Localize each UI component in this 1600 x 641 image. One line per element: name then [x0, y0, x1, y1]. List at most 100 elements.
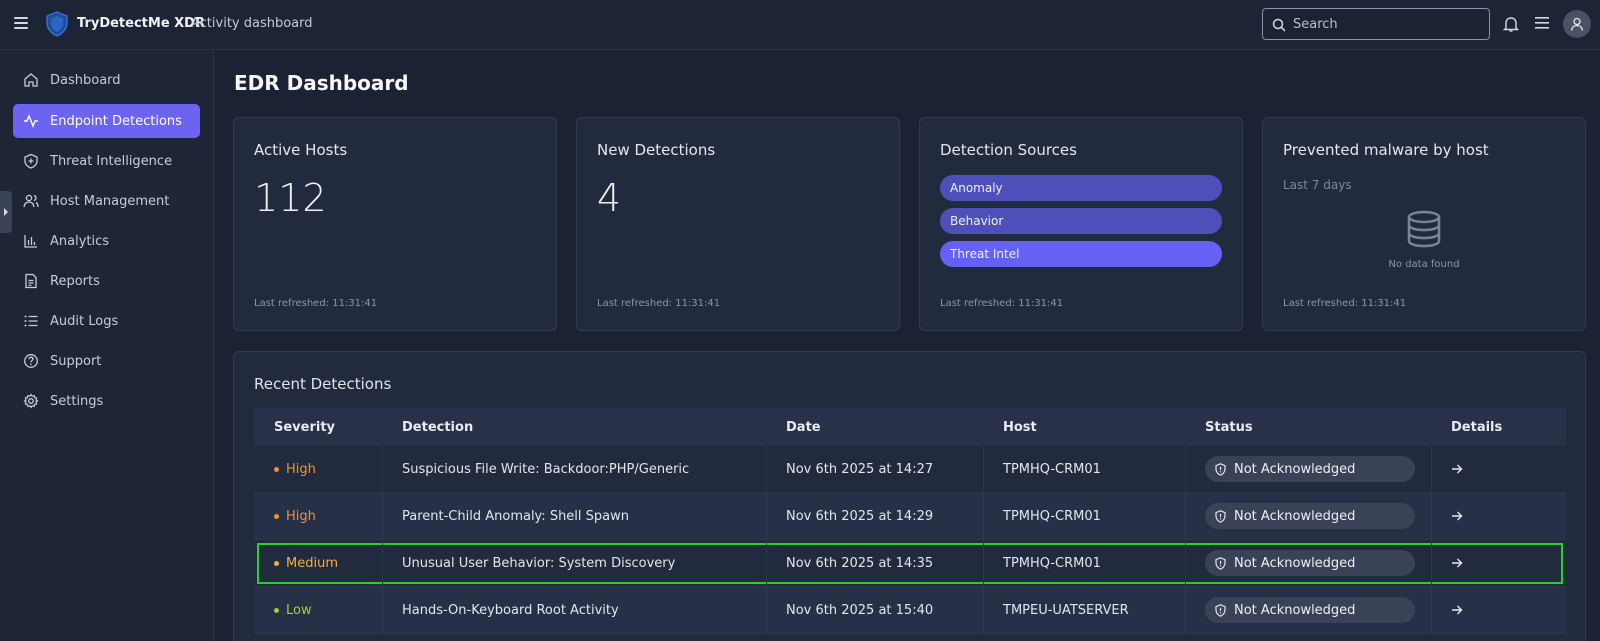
sidebar-item-label: Audit Logs — [50, 313, 119, 329]
active-hosts-value: 112 — [254, 176, 327, 220]
arrow-right-icon[interactable] — [1451, 557, 1463, 569]
date-cell: Nov 6th 2025 at 14:29 — [786, 508, 934, 524]
severity-label: High — [286, 508, 316, 524]
detection-sources-card: Detection Sources Anomaly Behavior Threa… — [919, 117, 1243, 331]
sidebar-item-host-management[interactable]: Host Management — [13, 184, 200, 218]
period-label: Last 7 days — [1283, 178, 1352, 192]
arrow-right-icon[interactable] — [1451, 510, 1463, 522]
user-avatar[interactable] — [1563, 10, 1591, 38]
details-cell — [1451, 587, 1463, 633]
new-detections-card: New Detections 4 Last refreshed: 11:31:4… — [576, 117, 900, 331]
app-subtitle: Activity dashboard — [191, 16, 313, 31]
top-bar: TryDetectMe XDR Activity dashboard Searc… — [0, 0, 1600, 50]
sidebar-item-analytics[interactable]: Analytics — [13, 224, 200, 258]
table-row-highlighted[interactable]: Medium Unusual User Behavior: System Dis… — [254, 540, 1566, 587]
date-cell: Nov 6th 2025 at 15:40 — [786, 602, 934, 618]
sidebar: Dashboard Endpoint Detections Threat Int… — [0, 51, 214, 641]
status-badge[interactable]: Not Acknowledged — [1205, 597, 1415, 623]
sidebar-item-reports[interactable]: Reports — [13, 264, 200, 298]
last-refreshed: Last refreshed: 11:31:41 — [1283, 298, 1407, 309]
severity-label: High — [286, 461, 316, 477]
column-header-detection[interactable]: Detection — [402, 408, 473, 446]
shield-plus-icon — [24, 153, 38, 169]
sidebar-item-threat-intelligence[interactable]: Threat Intelligence — [13, 144, 200, 178]
bell-icon[interactable] — [1503, 15, 1519, 33]
source-pill-anomaly[interactable]: Anomaly — [940, 175, 1222, 201]
status-badge[interactable]: Not Acknowledged — [1205, 550, 1415, 576]
details-cell — [1451, 540, 1463, 586]
severity-cell: High — [274, 446, 316, 492]
detection-cell: Parent-Child Anomaly: Shell Spawn — [402, 508, 630, 524]
last-refreshed: Last refreshed: 11:31:41 — [254, 298, 378, 309]
severity-label: Low — [286, 602, 312, 618]
card-title: New Detections — [597, 141, 716, 159]
column-header-host[interactable]: Host — [1003, 408, 1037, 446]
sidebar-collapse-handle[interactable] — [0, 191, 12, 233]
host-cell: TMPEU-UATSERVER — [1003, 602, 1129, 618]
status-cell: Not Acknowledged — [1205, 493, 1415, 539]
sidebar-item-label: Dashboard — [50, 72, 121, 88]
prevented-malware-card: Prevented malware by host Last 7 days No… — [1262, 117, 1586, 331]
user-icon — [1570, 17, 1584, 31]
last-refreshed: Last refreshed: 11:31:41 — [597, 298, 721, 309]
column-header-details[interactable]: Details — [1451, 408, 1502, 446]
sidebar-item-settings[interactable]: Settings — [13, 384, 200, 418]
main-content: EDR Dashboard Active Hosts 112 Last refr… — [215, 51, 1600, 641]
table-header: Severity Detection Date Host Status Deta… — [254, 408, 1566, 446]
column-header-severity[interactable]: Severity — [274, 408, 335, 446]
search-placeholder: Search — [1293, 16, 1338, 32]
shield-logo-icon — [46, 11, 68, 37]
table-row[interactable]: Low Hands-On-Keyboard Root Activity Nov … — [254, 587, 1566, 634]
search-input[interactable]: Search — [1262, 8, 1490, 40]
sidebar-item-label: Support — [50, 353, 102, 369]
host-cell: TPMHQ-CRM01 — [1003, 461, 1101, 477]
arrow-right-icon[interactable] — [1451, 463, 1463, 475]
menu-icon[interactable] — [1535, 17, 1549, 29]
search-icon — [1272, 18, 1286, 32]
status-label: Not Acknowledged — [1234, 461, 1356, 477]
table-row[interactable]: High Parent-Child Anomaly: Shell Spawn N… — [254, 493, 1566, 540]
sidebar-item-support[interactable]: Support — [13, 344, 200, 378]
detection-cell: Hands-On-Keyboard Root Activity — [402, 602, 619, 618]
sidebar-item-dashboard[interactable]: Dashboard — [13, 63, 200, 97]
sidebar-item-audit-logs[interactable]: Audit Logs — [13, 304, 200, 338]
details-cell — [1451, 493, 1463, 539]
new-detections-value: 4 — [597, 176, 622, 220]
status-label: Not Acknowledged — [1234, 555, 1356, 571]
shield-alert-icon — [1215, 556, 1226, 570]
section-title: Recent Detections — [254, 375, 392, 393]
severity-label: Medium — [286, 555, 338, 571]
arrow-right-icon[interactable] — [1451, 604, 1463, 616]
hamburger-menu-icon[interactable] — [14, 17, 28, 29]
column-header-date[interactable]: Date — [786, 408, 821, 446]
chevron-right-icon — [4, 208, 8, 216]
source-pill-threat-intel[interactable]: Threat Intel — [940, 241, 1222, 267]
detection-cell: Unusual User Behavior: System Discovery — [402, 555, 676, 571]
sidebar-item-endpoint-detections[interactable]: Endpoint Detections — [13, 104, 200, 138]
status-cell: Not Acknowledged — [1205, 446, 1415, 492]
gear-icon — [23, 393, 39, 409]
shield-alert-icon — [1215, 509, 1226, 523]
app-name: TryDetectMe XDR — [77, 16, 205, 31]
table-row[interactable]: High Suspicious File Write: Backdoor:PHP… — [254, 446, 1566, 493]
source-pill-behavior[interactable]: Behavior — [940, 208, 1222, 234]
card-title: Detection Sources — [940, 141, 1077, 159]
host-cell: TPMHQ-CRM01 — [1003, 555, 1101, 571]
no-data-text: No data found — [1388, 259, 1460, 270]
shield-alert-icon — [1215, 462, 1226, 476]
details-cell — [1451, 446, 1463, 492]
status-cell: Not Acknowledged — [1205, 587, 1415, 633]
detection-cell: Suspicious File Write: Backdoor:PHP/Gene… — [402, 461, 690, 477]
list-icon — [24, 315, 38, 327]
status-badge[interactable]: Not Acknowledged — [1205, 456, 1415, 482]
file-text-icon — [25, 273, 37, 289]
column-header-status[interactable]: Status — [1205, 408, 1253, 446]
date-cell: Nov 6th 2025 at 14:35 — [786, 555, 934, 571]
status-label: Not Acknowledged — [1234, 508, 1356, 524]
status-badge[interactable]: Not Acknowledged — [1205, 503, 1415, 529]
status-cell: Not Acknowledged — [1205, 540, 1415, 586]
card-title: Active Hosts — [254, 141, 348, 159]
recent-detections-panel: Recent Detections Severity Detection Dat… — [233, 351, 1586, 641]
severity-cell: High — [274, 493, 316, 539]
page-title: EDR Dashboard — [234, 71, 409, 95]
